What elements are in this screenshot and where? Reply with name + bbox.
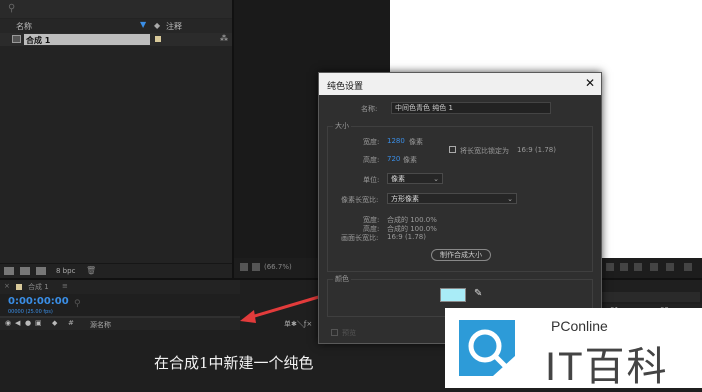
viewer-option-icon[interactable] — [684, 263, 692, 271]
solo-icon[interactable]: ● — [25, 319, 31, 327]
height-label: 高度: — [363, 156, 380, 164]
label-color-chip — [16, 284, 22, 290]
project-footer: 8 bpc 🗑 — [0, 263, 232, 279]
preview-label: 预览 — [342, 329, 356, 337]
viewer-option-icon[interactable] — [650, 263, 658, 271]
viewer-option-icon[interactable] — [620, 263, 628, 271]
color-swatch[interactable] — [440, 288, 466, 302]
frame-aspect-value: 16:9 (1.78) — [387, 233, 426, 241]
units-value: 像素 — [391, 175, 405, 183]
chevron-down-icon: ⌄ — [507, 195, 513, 203]
label-tag-icon[interactable]: ◆ — [52, 319, 57, 327]
search-icon[interactable]: ⚲ — [74, 299, 81, 309]
trash-icon[interactable]: 🗑 — [86, 266, 96, 275]
chevron-down-icon: ⌄ — [433, 175, 439, 183]
pconline-watermark: PConline IT百科 — [445, 308, 702, 389]
new-folder-icon[interactable] — [20, 267, 30, 275]
size-section-title: 大小 — [333, 121, 351, 131]
height-unit: 像素 — [403, 156, 417, 164]
width-label: 宽度: — [363, 138, 380, 146]
lock-aspect-ratio: 16:9 (1.78) — [517, 146, 556, 154]
color-section-title: 颜色 — [333, 274, 351, 284]
work-area-bar[interactable] — [602, 292, 700, 302]
new-composition-icon[interactable] — [36, 267, 46, 275]
zoom-level[interactable]: (66.7%) — [264, 263, 292, 271]
timeline-tab[interactable]: × 合成 1 ≡ — [0, 280, 240, 294]
brand-chinese: IT百科 — [545, 345, 669, 389]
source-name-header[interactable]: 源名称 — [90, 320, 111, 330]
pixel-aspect-value: 方形像素 — [391, 195, 419, 203]
project-item-row[interactable]: 合成 1 ⁂ — [0, 33, 232, 46]
name-input[interactable]: 中间色青色 纯色 1 — [391, 102, 551, 114]
label-tag-icon[interactable]: ◆ — [154, 21, 160, 30]
name-label: 名称: — [361, 105, 378, 113]
project-search-row[interactable]: ⚲ — [0, 0, 232, 18]
audio-icon[interactable]: ◀ — [15, 319, 20, 327]
viewer-option-icon[interactable] — [634, 263, 642, 271]
units-label: 单位: — [363, 176, 380, 184]
lock-icon[interactable]: ▣ — [35, 319, 42, 327]
lock-aspect-checkbox[interactable] — [449, 146, 456, 153]
make-comp-size-button[interactable]: 制作合成大小 — [431, 249, 491, 261]
width-value[interactable]: 1280 — [387, 137, 405, 145]
solid-settings-dialog: 纯色设置 ✕ 名称: 中间色青色 纯色 1 大小 宽度: 1280 像素 将长宽… — [318, 72, 602, 344]
frame-aspect-label: 画面长宽比: — [341, 234, 379, 242]
frame-rate-text: 00000 (25.00 fps) — [8, 309, 53, 315]
viewer-option-icon[interactable] — [252, 263, 260, 271]
close-icon[interactable]: ✕ — [585, 76, 595, 90]
dialog-titlebar[interactable]: 纯色设置 ✕ — [319, 73, 601, 95]
column-comment-label[interactable]: 注释 — [166, 21, 182, 32]
pixel-aspect-dropdown[interactable]: 方形像素 ⌄ — [387, 193, 517, 204]
panel-menu-icon[interactable]: ≡ — [62, 282, 68, 290]
current-time-display[interactable]: 0:00:00:00 — [8, 296, 69, 307]
pconline-logo-icon — [459, 320, 515, 376]
pixel-aspect-label: 像素长宽比: — [341, 196, 379, 204]
viewer-option-icon[interactable] — [666, 263, 674, 271]
brand-english: PConline — [551, 318, 608, 334]
project-column-header: 名称 ▼ ◆ 注释 — [0, 19, 232, 33]
flowchart-icon[interactable]: ⁂ — [220, 34, 228, 43]
interpret-footage-icon[interactable] — [4, 267, 14, 275]
timeline-column-header: ◉ ◀ ● ▣ ◆ # 源名称 — [0, 318, 240, 330]
preview-checkbox[interactable] — [331, 329, 338, 336]
eyedropper-icon[interactable]: ✎ — [474, 288, 482, 299]
viewer-option-icon[interactable] — [240, 263, 248, 271]
column-name-label[interactable]: 名称 — [16, 21, 32, 32]
units-dropdown[interactable]: 像素 ⌄ — [387, 173, 443, 184]
close-icon[interactable]: × — [4, 282, 10, 290]
height-value[interactable]: 720 — [387, 155, 400, 163]
tutorial-caption: 在合成1中新建一个纯色 — [154, 354, 314, 372]
item-name[interactable]: 合成 1 — [26, 35, 50, 46]
timeline-tab-label[interactable]: 合成 1 — [28, 282, 49, 292]
lock-aspect-label: 将长宽比锁定为 — [460, 147, 509, 155]
composition-icon — [12, 35, 21, 43]
search-icon[interactable]: ⚲ — [8, 3, 15, 14]
dialog-title: 纯色设置 — [327, 82, 364, 92]
viewer-option-icon[interactable] — [606, 263, 614, 271]
project-panel: ⚲ 名称 ▼ ◆ 注释 合成 1 ⁂ 8 bpc 🗑 — [0, 0, 234, 279]
layer-number-header: # — [68, 319, 74, 327]
width-unit: 像素 — [409, 138, 423, 146]
sort-arrow-icon[interactable]: ▼ — [140, 20, 146, 29]
visibility-icon[interactable]: ◉ — [5, 319, 11, 327]
bit-depth-button[interactable]: 8 bpc — [56, 267, 75, 275]
label-color-chip[interactable] — [155, 36, 161, 42]
annotation-arrow — [240, 294, 323, 323]
